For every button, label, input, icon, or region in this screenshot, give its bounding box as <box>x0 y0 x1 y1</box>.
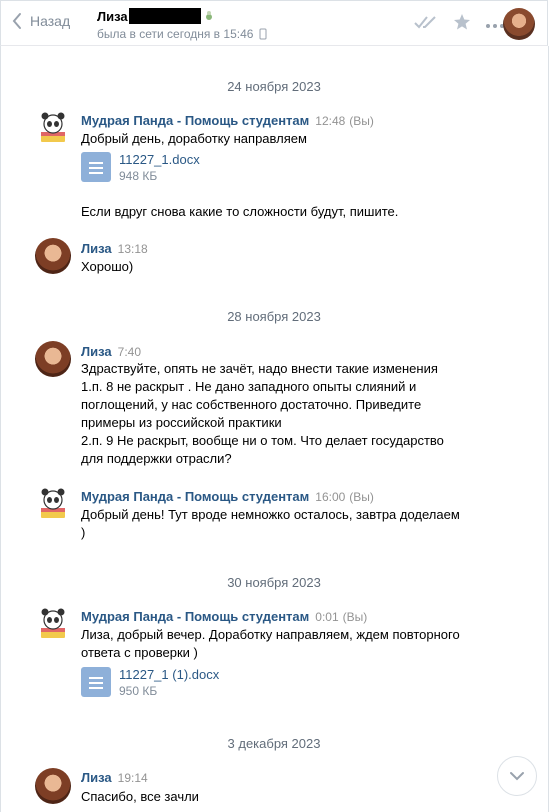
doc-name: 11227_1 (1).docx <box>119 667 220 682</box>
message-author[interactable]: Мудрая Панда - Помощь студентам 0:01 (Вы) <box>81 609 367 624</box>
message-author[interactable]: Лиза 19:14 <box>81 770 148 785</box>
message-time: 13:18 <box>117 242 148 256</box>
read-status-icon[interactable] <box>413 14 439 35</box>
message-text: Здраствуйте, опять не зачёт, надо внести… <box>81 361 444 466</box>
date-separator: 3 декабря 2023 <box>227 736 321 751</box>
mobile-icon <box>259 28 267 40</box>
chevron-down-icon <box>510 772 524 781</box>
message-text: Добрый день, доработку направляем <box>81 131 307 146</box>
message-text: Добрый день! Тут вроде немножко осталось… <box>81 507 460 540</box>
doc-size: 950 КБ <box>119 684 158 698</box>
back-button[interactable]: Назад <box>12 12 70 30</box>
frame-border-left <box>0 46 1 812</box>
liza-avatar[interactable] <box>35 238 71 274</box>
online-status: была в сети сегодня в 15:46 <box>97 27 254 41</box>
header-avatar[interactable] <box>503 8 535 40</box>
message-text: Спасибо, все зачли <box>81 789 199 804</box>
date-separator: 30 ноября 2023 <box>227 575 321 590</box>
chat-header: Назад Лиза была в сети сегодня в 15:46 <box>0 0 548 46</box>
date-separator: 28 ноября 2023 <box>227 309 321 324</box>
scroll-down-button[interactable] <box>497 756 537 796</box>
message-time: 7:40 <box>117 345 141 359</box>
message-text: Лиза, добрый вечер. Доработку направляем… <box>81 627 460 660</box>
redacted-surname <box>128 8 201 24</box>
doc-attachment[interactable]: 11227_1 (1).docx 950 КБ <box>81 667 219 699</box>
message-text: Хорошо) <box>81 259 134 274</box>
message-author[interactable]: Мудрая Панда - Помощь студентам 16:00 (Вы) <box>81 489 374 504</box>
message-author[interactable]: Лиза 7:40 <box>81 344 141 359</box>
doc-attachment[interactable]: 11227_1.docx 948 КБ <box>81 152 200 184</box>
contact-name: Лиза <box>97 8 128 24</box>
panda-avatar[interactable] <box>35 110 71 146</box>
verified-icon <box>205 11 212 20</box>
date-separator: 24 ноября 2023 <box>227 79 321 94</box>
message-time: 0:01 <box>315 610 339 624</box>
star-icon[interactable] <box>453 13 471 36</box>
document-icon <box>81 152 111 182</box>
message-author[interactable]: Мудрая Панда - Помощь студентам 12:48 (Вы) <box>81 113 374 128</box>
message-time: 16:00 <box>315 490 346 504</box>
chat-title[interactable]: Лиза была в сети сегодня в 15:46 <box>97 7 267 41</box>
panda-avatar[interactable] <box>35 606 71 642</box>
message-text: Если вдруг снова какие то сложности буду… <box>81 204 399 219</box>
liza-avatar[interactable] <box>35 768 71 804</box>
message-time: 12:48 <box>315 114 346 128</box>
doc-size: 948 КБ <box>119 169 158 183</box>
document-icon <box>81 667 111 697</box>
message-author[interactable]: Лиза 13:18 <box>81 241 148 256</box>
panda-avatar[interactable] <box>35 486 71 522</box>
message-time: 19:14 <box>117 771 148 785</box>
doc-name: 11227_1.docx <box>119 152 200 167</box>
frame-border-right <box>548 46 549 812</box>
more-icon[interactable] <box>485 16 505 34</box>
back-label: Назад <box>30 13 71 29</box>
liza-avatar[interactable] <box>35 341 71 377</box>
chevron-left-icon <box>12 13 21 29</box>
